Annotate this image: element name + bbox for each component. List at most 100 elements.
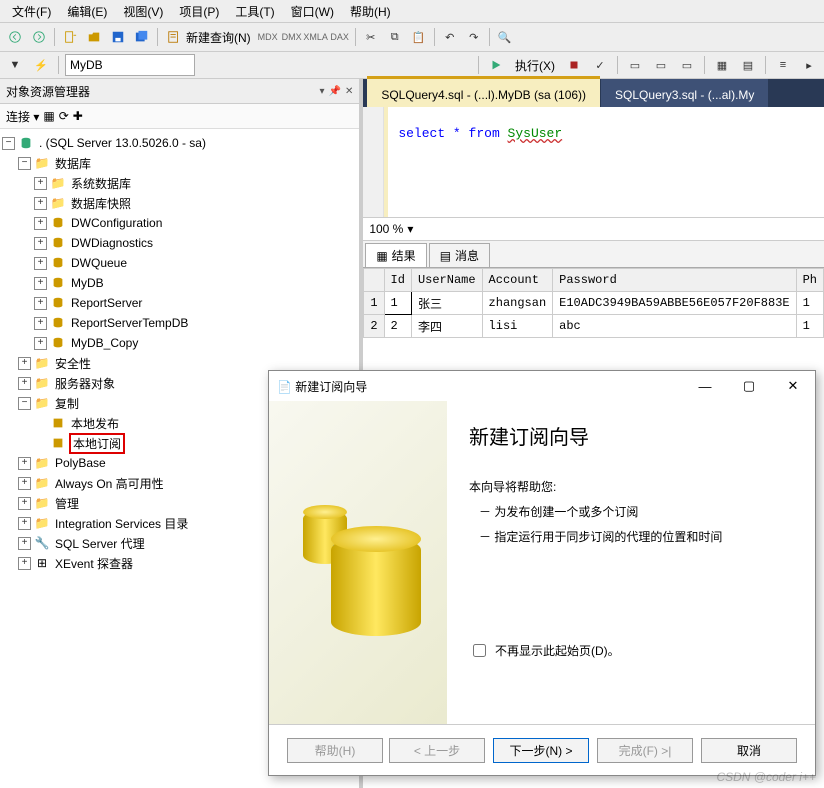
dmx-icon[interactable]: DMX: [281, 26, 303, 48]
copy-icon[interactable]: ⧉: [384, 26, 406, 48]
expander-icon[interactable]: +: [34, 297, 47, 310]
database-combo[interactable]: MyDB: [65, 54, 195, 76]
tab-sqlquery4[interactable]: SQLQuery4.sql - (...l).MyDB (sa (106)): [367, 76, 600, 107]
col-header[interactable]: Ph: [796, 269, 823, 292]
refresh-icon[interactable]: ⟳: [59, 109, 69, 123]
expander-icon[interactable]: +: [18, 537, 31, 550]
new-query-button[interactable]: 新建查询(N): [162, 26, 255, 48]
expander-icon[interactable]: +: [34, 217, 47, 230]
tree-security[interactable]: 安全性: [53, 355, 93, 372]
table-row[interactable]: 1 1 张三 zhangsan E10ADC3949BA59ABBE56E057…: [364, 292, 824, 315]
tree-mgmt[interactable]: 管理: [53, 495, 81, 512]
maximize-button[interactable]: ▢: [727, 371, 771, 401]
tree-db-item[interactable]: DWConfiguration: [69, 216, 164, 230]
tree-publication[interactable]: 本地发布: [69, 415, 121, 432]
results-tab[interactable]: ▦结果: [365, 243, 426, 267]
tree-integ[interactable]: Integration Services 目录: [53, 515, 190, 532]
filter-icon[interactable]: ▼: [4, 54, 26, 76]
tree-alwayson[interactable]: Always On 高可用性: [53, 475, 166, 492]
save-icon[interactable]: [107, 26, 129, 48]
expander-icon[interactable]: +: [18, 357, 31, 370]
dont-show-checkbox[interactable]: 不再显示此起始页(D)。: [469, 641, 793, 660]
col-header[interactable]: UserName: [411, 269, 482, 292]
tree-databases[interactable]: 数据库: [53, 155, 93, 172]
results-text-icon[interactable]: ▤: [737, 54, 759, 76]
execute-button[interactable]: 执行(X): [511, 54, 559, 76]
include-plan-icon[interactable]: ▭: [650, 54, 672, 76]
pin-icon[interactable]: 📌: [328, 86, 340, 97]
zoom-bar[interactable]: 100 % ▾: [363, 218, 824, 241]
open-icon[interactable]: [83, 26, 105, 48]
exec-icon[interactable]: [485, 54, 507, 76]
finish-button[interactable]: 完成(F) >|: [597, 738, 693, 763]
next-button[interactable]: 下一步(N) >: [493, 738, 589, 763]
forward-icon[interactable]: [28, 26, 50, 48]
tree-db-item[interactable]: ReportServer: [69, 296, 144, 310]
cancel-button[interactable]: 取消: [701, 738, 797, 763]
plus-icon[interactable]: ✚: [73, 109, 83, 123]
expander-icon[interactable]: +: [18, 497, 31, 510]
close-icon[interactable]: ✕: [345, 86, 353, 97]
tree-replication[interactable]: 复制: [53, 395, 81, 412]
dropdown-icon[interactable]: ▾: [319, 86, 324, 97]
expander-icon[interactable]: +: [34, 237, 47, 250]
expander-icon[interactable]: +: [34, 197, 47, 210]
connect-button[interactable]: 连接 ▾: [6, 108, 39, 125]
xmla-icon[interactable]: XMLA: [305, 26, 327, 48]
help-button[interactable]: 帮助(H): [287, 738, 383, 763]
menu-project[interactable]: 项目(P): [171, 1, 227, 22]
expander-icon[interactable]: −: [18, 157, 31, 170]
tree-subscription[interactable]: 本地订阅: [69, 433, 125, 454]
sql-editor[interactable]: select * from SysUser: [363, 107, 824, 218]
tree-sysdb[interactable]: 系统数据库: [69, 175, 133, 192]
find-icon[interactable]: 🔍: [494, 26, 516, 48]
save-all-icon[interactable]: [131, 26, 153, 48]
expander-icon[interactable]: −: [2, 137, 15, 150]
expander-icon[interactable]: +: [34, 337, 47, 350]
menu-edit[interactable]: 编辑(E): [59, 1, 115, 22]
parse-icon[interactable]: ✓: [589, 54, 611, 76]
tree-server[interactable]: . (SQL Server 13.0.5026.0 - sa): [37, 136, 208, 150]
checkbox-input[interactable]: [473, 644, 486, 657]
menu-file[interactable]: 文件(F): [4, 1, 59, 22]
tree-db-item[interactable]: DWQueue: [69, 256, 129, 270]
menu-tools[interactable]: 工具(T): [227, 1, 282, 22]
col-header[interactable]: Password: [553, 269, 796, 292]
tab-sqlquery3[interactable]: SQLQuery3.sql - (...al).My: [601, 79, 768, 107]
display-plan-icon[interactable]: ▭: [624, 54, 646, 76]
tree-agent[interactable]: SQL Server 代理: [53, 535, 147, 552]
dax-icon[interactable]: DAX: [329, 26, 351, 48]
tree-polybase[interactable]: PolyBase: [53, 456, 108, 470]
redo-icon[interactable]: ↷: [463, 26, 485, 48]
expander-icon[interactable]: +: [18, 477, 31, 490]
editor-code[interactable]: select * from SysUser: [388, 107, 572, 217]
tree-db-item[interactable]: MyDB: [69, 276, 106, 290]
results-grid-icon[interactable]: ▦: [711, 54, 733, 76]
back-icon[interactable]: [4, 26, 26, 48]
indent-icon[interactable]: ▸: [798, 54, 820, 76]
messages-tab[interactable]: ▤消息: [429, 243, 490, 267]
new-icon[interactable]: [59, 26, 81, 48]
tree-db-item[interactable]: ReportServerTempDB: [69, 316, 190, 330]
paste-icon[interactable]: 📋: [408, 26, 430, 48]
cut-icon[interactable]: ✂: [360, 26, 382, 48]
tree-db-item[interactable]: DWDiagnostics: [69, 236, 155, 250]
col-header[interactable]: [364, 269, 384, 292]
expander-icon[interactable]: +: [18, 557, 31, 570]
tree-serverobj[interactable]: 服务器对象: [53, 375, 117, 392]
connect-icon[interactable]: ⚡: [30, 54, 52, 76]
col-header[interactable]: Account: [482, 269, 553, 292]
tree-xevent[interactable]: XEvent 探查器: [53, 555, 135, 572]
tree-dbsnap[interactable]: 数据库快照: [69, 195, 133, 212]
table-row[interactable]: 2 2 李四 lisi abc 1: [364, 315, 824, 338]
mdx-icon[interactable]: MDX: [257, 26, 279, 48]
minimize-button[interactable]: —: [683, 371, 727, 401]
close-button[interactable]: ✕: [771, 371, 815, 401]
stats-icon[interactable]: ▭: [676, 54, 698, 76]
dialog-titlebar[interactable]: 📄 新建订阅向导 — ▢ ✕: [269, 371, 815, 401]
comment-icon[interactable]: ≡: [772, 54, 794, 76]
col-header[interactable]: Id: [384, 269, 411, 292]
filter-toolbar-icon[interactable]: ▦: [43, 109, 54, 123]
expander-icon[interactable]: +: [18, 377, 31, 390]
expander-icon[interactable]: +: [18, 517, 31, 530]
